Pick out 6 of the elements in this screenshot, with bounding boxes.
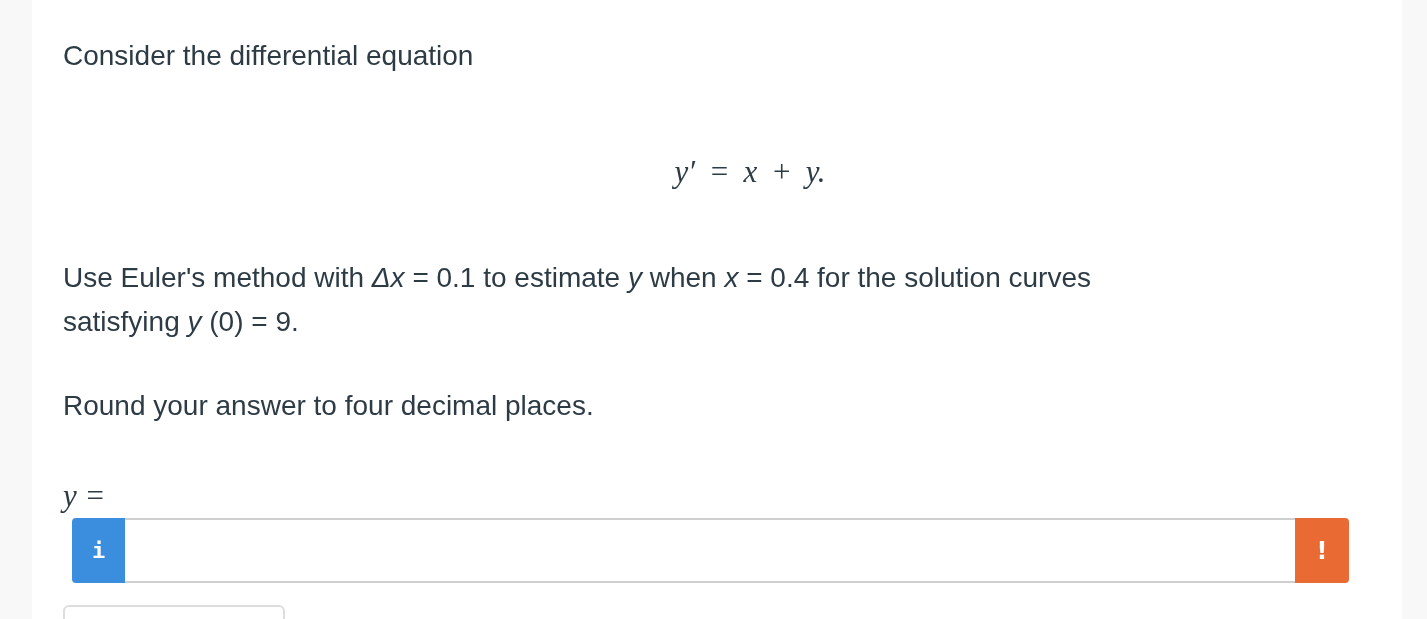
instruction-text: Round your answer to four decimal places. (63, 389, 595, 423)
intro-text: Consider the differential equation (63, 39, 475, 73)
equation: y′ = x + y. (674, 154, 826, 190)
warning-button[interactable]: ! (1295, 518, 1349, 583)
info-button[interactable]: i (72, 518, 125, 583)
question-text: Use Euler's method with Δx = 0.1 to estimate y when x = 0.4 for the solution curves satisfying y (0) = 9. (63, 261, 1092, 339)
